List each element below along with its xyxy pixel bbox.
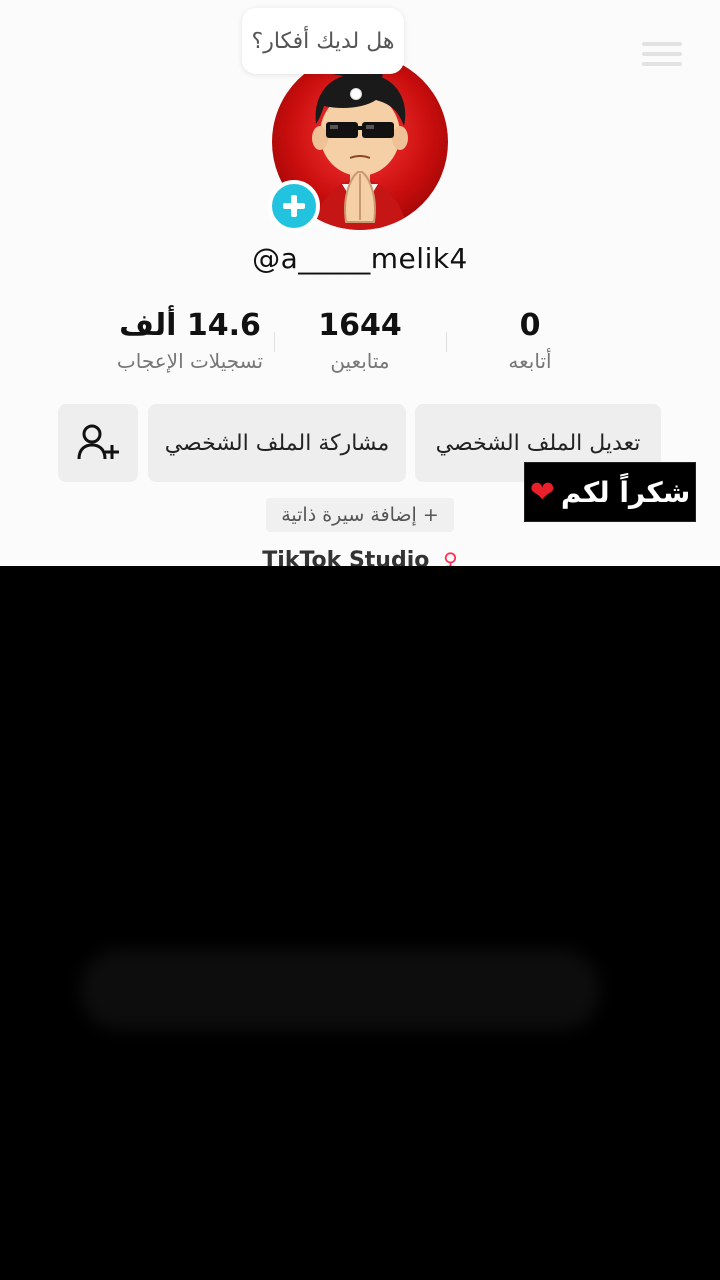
menu-icon[interactable] xyxy=(636,36,688,76)
tiktok-studio-link[interactable]: TikTok Studio ♀ xyxy=(0,548,720,566)
plus-icon xyxy=(283,195,305,217)
followers-label: متابعين xyxy=(330,349,390,373)
likes-stat[interactable]: 14.6 ألف تسجيلات الإعجاب xyxy=(90,308,290,373)
likes-count: 14.6 ألف xyxy=(119,308,261,343)
share-profile-button[interactable]: مشاركة الملف الشخصي xyxy=(148,404,406,482)
ideas-tooltip[interactable]: هل لديك أفكار؟ xyxy=(242,8,404,74)
add-photo-button[interactable] xyxy=(268,180,320,232)
studio-label: TikTok Studio xyxy=(262,548,430,566)
following-label: أتابعه xyxy=(508,349,552,373)
studio-icon: ♀ xyxy=(443,548,458,566)
heart-icon: ❤ xyxy=(529,474,555,510)
blurred-overlay xyxy=(80,950,600,1030)
caption-text: شكراً لكم xyxy=(560,475,691,509)
thanks-caption-sticker: شكراً لكم ❤ xyxy=(524,462,696,522)
username: @a_____melik4 xyxy=(252,242,468,275)
following-count: 0 xyxy=(519,308,541,343)
add-friend-button[interactable] xyxy=(58,404,138,482)
followers-count: 1644 xyxy=(318,308,402,343)
following-stat[interactable]: 0 أتابعه xyxy=(430,308,630,373)
add-bio-button[interactable]: + إضافة سيرة ذاتية xyxy=(266,498,454,532)
person-add-icon xyxy=(77,424,119,460)
likes-label: تسجيلات الإعجاب xyxy=(116,349,264,373)
tooltip-text: هل لديك أفكار؟ xyxy=(251,28,395,54)
followers-stat[interactable]: 1644 متابعين xyxy=(260,308,460,373)
tooltip-pointer xyxy=(350,88,362,100)
